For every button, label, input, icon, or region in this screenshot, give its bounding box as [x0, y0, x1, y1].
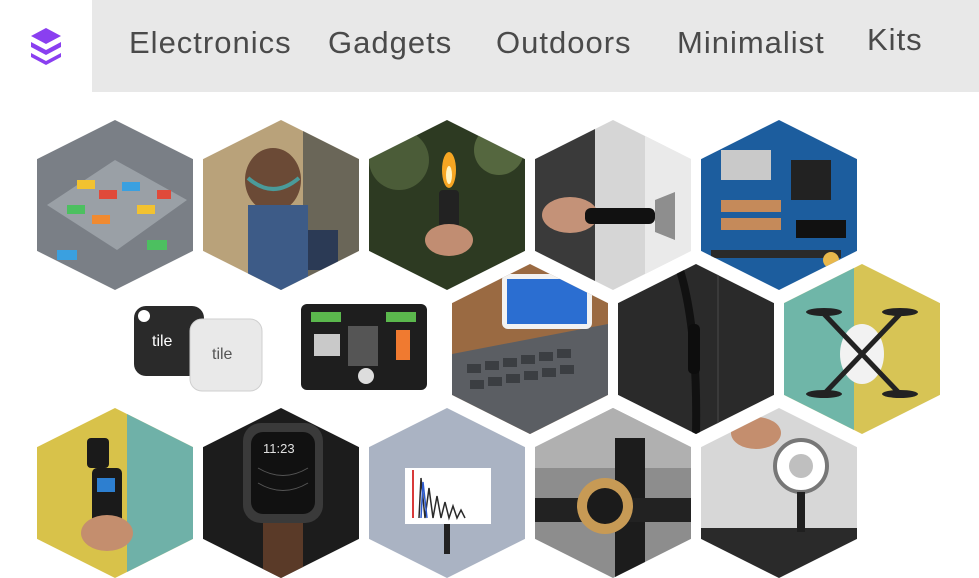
arduino-board-image — [701, 120, 857, 290]
smartwatch-image: 11:23 — [203, 408, 359, 578]
product-tile-drone[interactable] — [784, 264, 940, 434]
folding-keyboard-image — [452, 264, 608, 434]
cable-organizer-image — [286, 264, 442, 434]
gimbal-camera-image — [37, 408, 193, 578]
product-tile-arduino[interactable] — [701, 120, 857, 290]
product-tile-bike-bell[interactable] — [535, 408, 691, 578]
tile-trackers-image: tile tile — [120, 264, 276, 434]
headphones-image — [203, 120, 359, 290]
product-tile-lighter[interactable] — [369, 120, 525, 290]
product-tile-gimbal-camera[interactable] — [37, 408, 193, 578]
product-hex-grid: tile tile 11:23 — [0, 0, 979, 578]
product-tile-smartwatch[interactable]: 11:23 — [203, 408, 359, 578]
product-tile-bottle-opener[interactable] — [535, 120, 691, 290]
product-tile-cable-organizer[interactable] — [286, 264, 442, 434]
product-tile-folding-keyboard[interactable] — [452, 264, 608, 434]
product-tile-braided-cable[interactable] — [618, 264, 774, 434]
tile-brand-label: tile — [152, 333, 173, 350]
lego-plate-image — [37, 120, 193, 290]
product-tile-tile-trackers[interactable]: tile tile — [120, 264, 276, 434]
bottle-opener-image — [535, 120, 691, 290]
keychain-lighter-image — [369, 120, 525, 290]
ring-light-phone-mount-image — [701, 408, 857, 578]
tile-brand-label: tile — [212, 346, 233, 363]
product-tile-mini-display[interactable] — [369, 408, 525, 578]
watch-time: 11:23 — [263, 441, 295, 456]
mini-drone-image — [784, 264, 940, 434]
product-tile-lego-plate[interactable] — [37, 120, 193, 290]
bike-bell-image — [535, 408, 691, 578]
product-tile-headphones[interactable] — [203, 120, 359, 290]
product-tile-ring-light[interactable] — [701, 408, 857, 578]
braided-cable-image — [618, 264, 774, 434]
mini-chart-display-image — [369, 408, 525, 578]
